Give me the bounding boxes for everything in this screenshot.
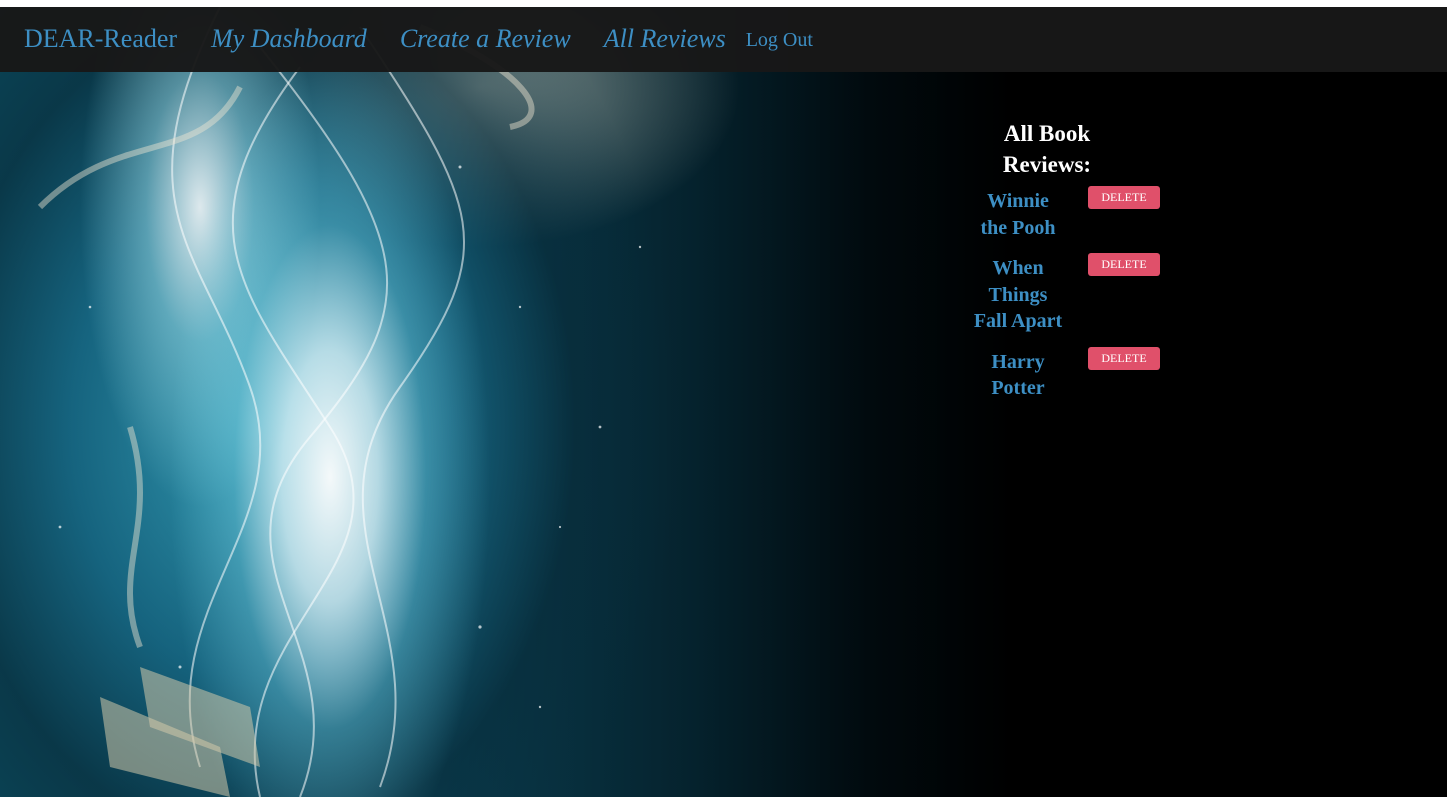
background-artwork: [0, 7, 1447, 797]
all-reviews-panel: All Book Reviews: Winnie the Pooh DELETE…: [972, 118, 1172, 416]
nav-all-reviews[interactable]: All Reviews: [604, 24, 726, 54]
top-navbar: DEAR-Reader My Dashboard Create a Review…: [0, 7, 1447, 72]
page: DEAR-Reader My Dashboard Create a Review…: [0, 0, 1447, 797]
review-title-link[interactable]: Winnie the Pooh: [972, 188, 1064, 241]
review-list: Winnie the Pooh DELETE When Things Fall …: [972, 186, 1172, 402]
review-item: When Things Fall Apart DELETE: [972, 253, 1172, 335]
delete-button[interactable]: DELETE: [1088, 186, 1160, 209]
top-strip: [0, 0, 1447, 7]
review-item: Harry Potter DELETE: [972, 346, 1172, 402]
reviews-heading: All Book Reviews:: [1002, 121, 1092, 177]
review-title-link[interactable]: Harry Potter: [972, 349, 1064, 402]
logout-link[interactable]: Log Out: [746, 29, 813, 52]
review-item: Winnie the Pooh DELETE: [972, 186, 1172, 241]
nav-create-review[interactable]: Create a Review: [400, 24, 571, 54]
delete-button[interactable]: DELETE: [1088, 253, 1160, 276]
review-title-link[interactable]: When Things Fall Apart: [972, 255, 1064, 335]
delete-button[interactable]: DELETE: [1088, 346, 1160, 370]
nav-my-dashboard[interactable]: My Dashboard: [211, 24, 367, 54]
brand-link[interactable]: DEAR-Reader: [24, 24, 177, 54]
